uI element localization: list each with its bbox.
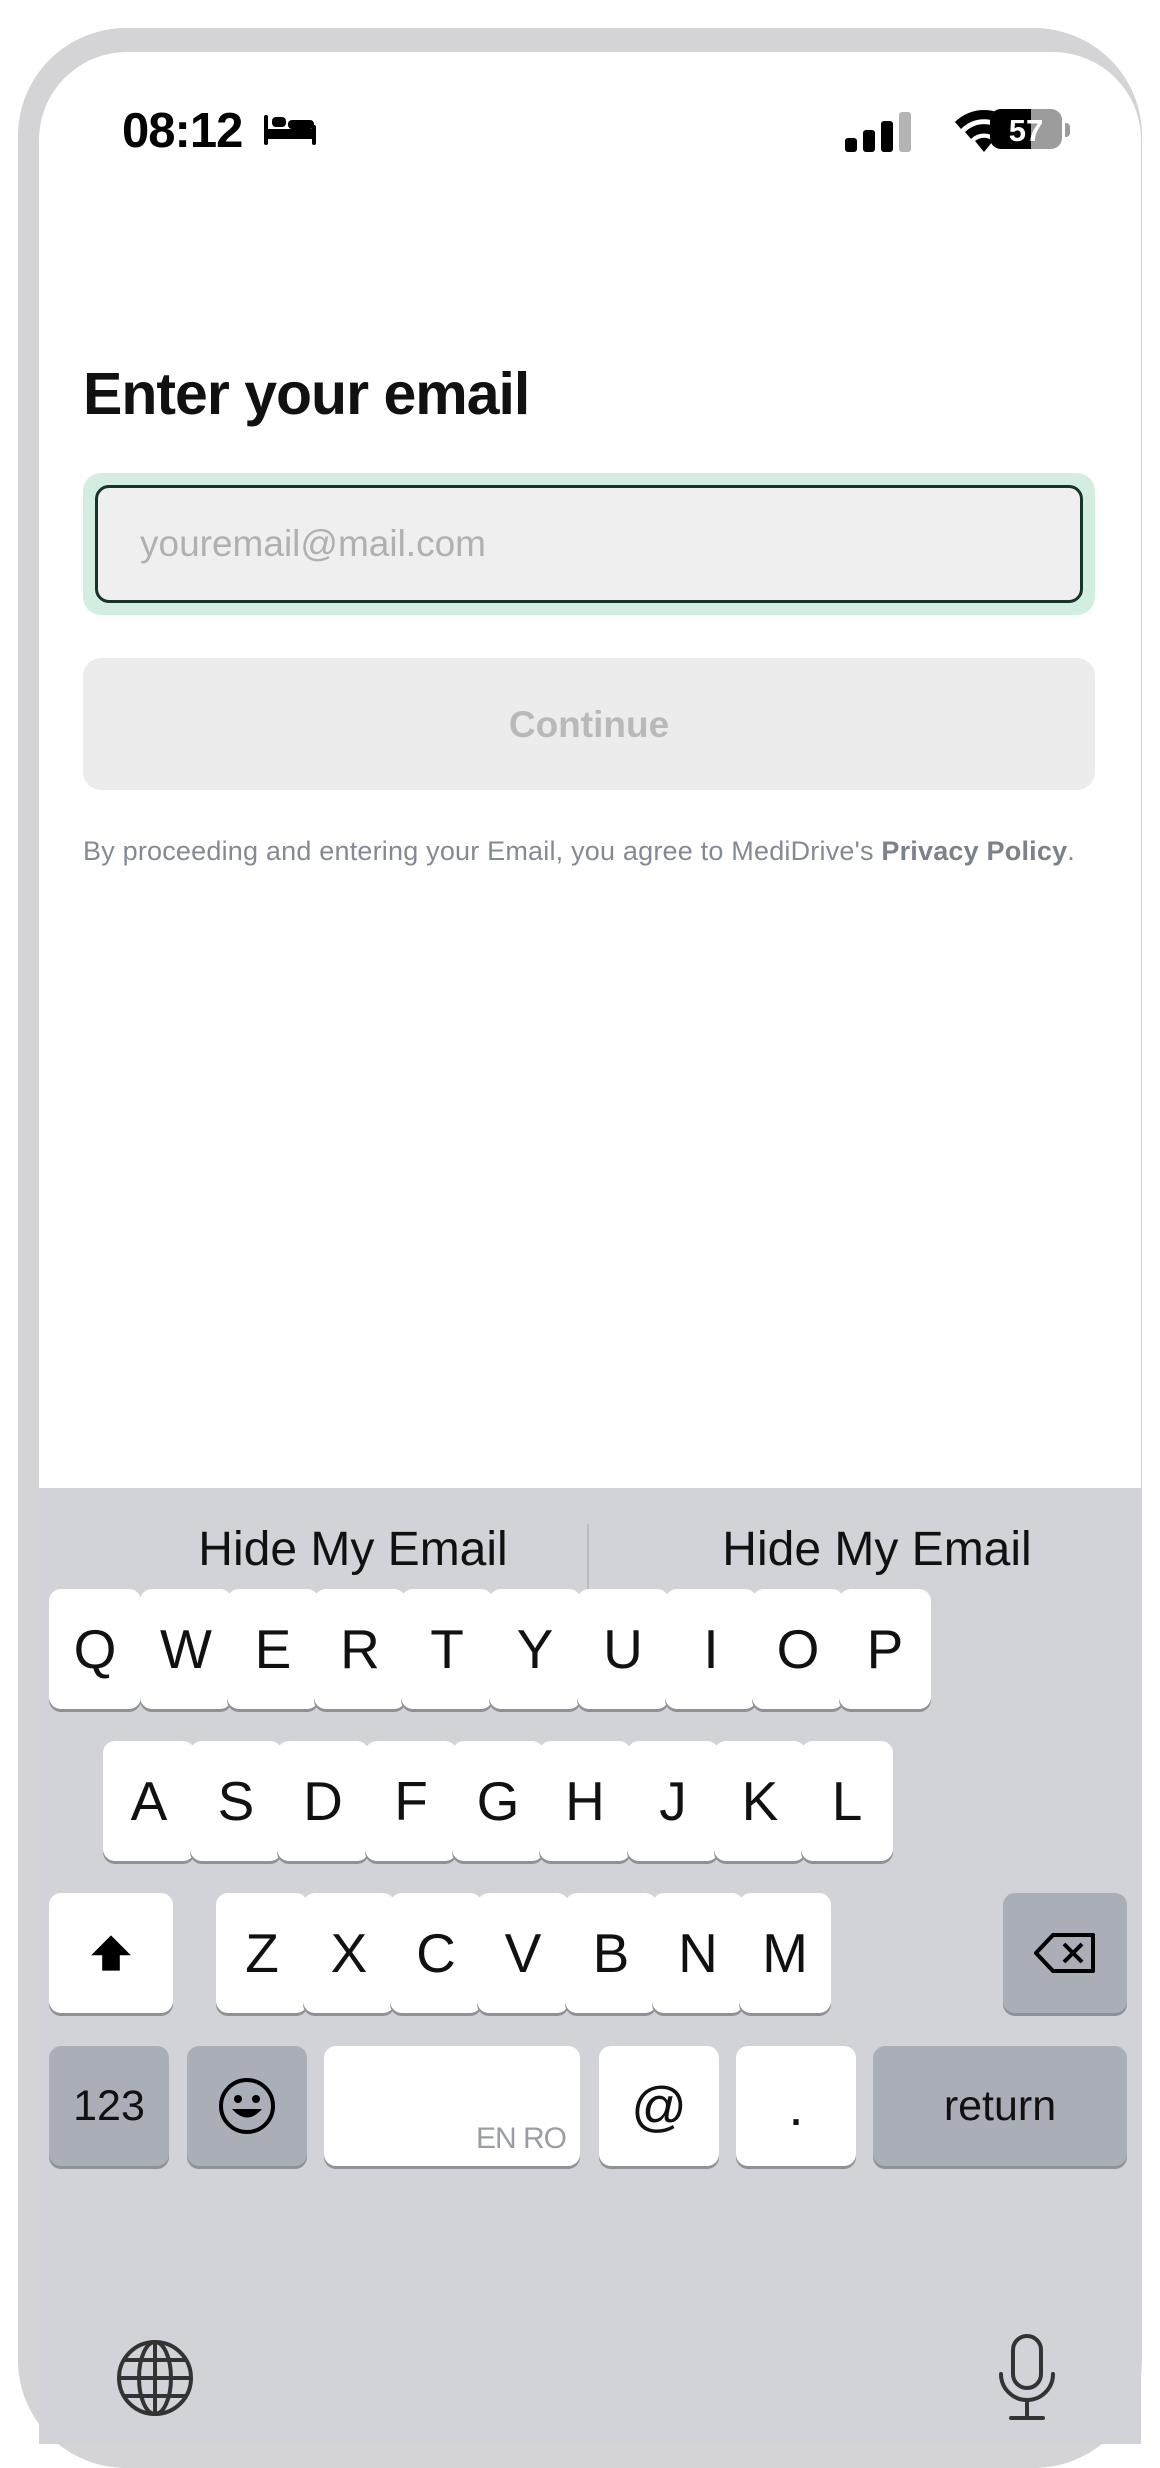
space-key[interactable]: EN RO — [324, 2046, 580, 2166]
continue-button[interactable]: Continue — [83, 658, 1095, 790]
key-s[interactable]: S — [190, 1741, 282, 1861]
cellular-signal-icon — [845, 112, 911, 152]
terms-end: . — [1067, 836, 1075, 866]
battery-indicator: 57 — [990, 109, 1062, 149]
battery-percent: 57 — [1008, 113, 1044, 148]
key-f[interactable]: F — [365, 1741, 457, 1861]
key-k[interactable]: K — [714, 1741, 806, 1861]
numbers-key[interactable]: 123 — [49, 2046, 169, 2166]
suggestion-hide-my-email-2[interactable]: Hide My Email — [627, 1522, 1127, 1577]
key-i[interactable]: I — [665, 1589, 757, 1709]
key-v[interactable]: V — [477, 1893, 569, 2013]
bed-icon — [264, 115, 316, 145]
at-key[interactable]: @ — [599, 2046, 719, 2166]
shift-key[interactable] — [49, 1893, 173, 2013]
key-h[interactable]: H — [539, 1741, 631, 1861]
key-w[interactable]: W — [140, 1589, 232, 1709]
status-time: 08:12 — [122, 104, 243, 158]
emoji-icon — [219, 2078, 275, 2134]
email-input[interactable] — [95, 485, 1083, 603]
key-m[interactable]: M — [739, 1893, 831, 2013]
key-r[interactable]: R — [314, 1589, 406, 1709]
terms-body: By proceeding and entering your Email, y… — [83, 836, 874, 866]
terms-text: By proceeding and entering your Email, y… — [83, 830, 1113, 872]
key-x[interactable]: X — [303, 1893, 395, 2013]
key-a[interactable]: A — [103, 1741, 195, 1861]
delete-key[interactable] — [1003, 1893, 1127, 2013]
screen: 08:12 57 Enter your email Continue By pr… — [39, 52, 1141, 2444]
dot-key[interactable]: . — [736, 2046, 856, 2166]
suggestion-hide-my-email-1[interactable]: Hide My Email — [103, 1522, 603, 1577]
battery-cap — [1065, 123, 1070, 137]
return-key[interactable]: return — [873, 2046, 1127, 2166]
key-t[interactable]: T — [401, 1589, 493, 1709]
backspace-icon — [1034, 1933, 1095, 1973]
key-g[interactable]: G — [452, 1741, 544, 1861]
page-title: Enter your email — [83, 361, 530, 427]
key-n[interactable]: N — [652, 1893, 744, 2013]
privacy-policy-link[interactable]: Privacy Policy — [881, 836, 1067, 866]
key-l[interactable]: L — [801, 1741, 893, 1861]
key-y[interactable]: Y — [489, 1589, 581, 1709]
microphone-icon[interactable] — [995, 2332, 1059, 2422]
key-p[interactable]: P — [839, 1589, 931, 1709]
key-q[interactable]: Q — [49, 1589, 141, 1709]
key-d[interactable]: D — [277, 1741, 369, 1861]
shift-icon — [91, 1935, 131, 1971]
key-e[interactable]: E — [227, 1589, 319, 1709]
key-u[interactable]: U — [577, 1589, 669, 1709]
key-o[interactable]: O — [752, 1589, 844, 1709]
suggestion-divider — [587, 1524, 589, 1594]
space-language-label: EN RO — [475, 2122, 567, 2155]
key-z[interactable]: Z — [216, 1893, 308, 2013]
emoji-key[interactable] — [187, 2046, 307, 2166]
key-c[interactable]: C — [390, 1893, 482, 2013]
key-j[interactable]: J — [627, 1741, 719, 1861]
globe-icon[interactable] — [115, 2338, 195, 2418]
key-b[interactable]: B — [565, 1893, 657, 2013]
